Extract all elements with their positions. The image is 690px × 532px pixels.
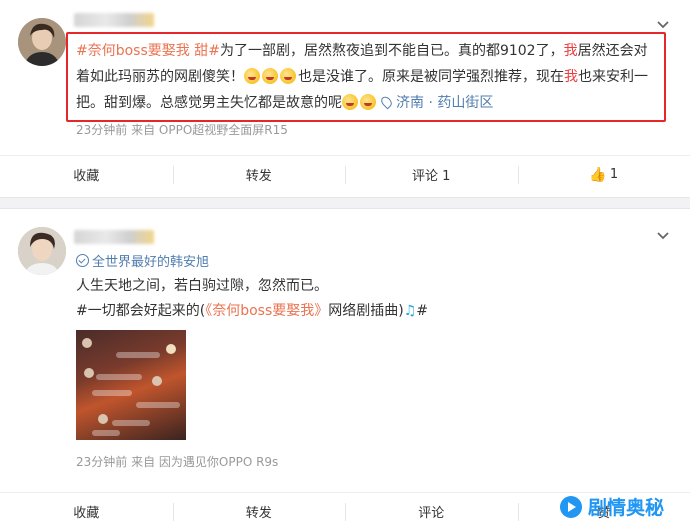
favorite-label: 收藏 <box>73 169 100 184</box>
like-icon: 👍 <box>589 166 607 183</box>
laugh-emoji-icon <box>244 68 260 84</box>
repost-button[interactable]: 转发 <box>172 156 346 193</box>
verified-badge[interactable]: 全世界最好的韩安旭 <box>76 251 209 270</box>
username-redacted[interactable] <box>74 13 154 27</box>
comment-label: 评论 <box>418 506 445 521</box>
post-text-segment: # <box>416 303 429 319</box>
favorite-button[interactable]: 收藏 <box>0 156 173 193</box>
post-card-2: 全世界最好的韩安旭 人生天地之间，若白驹过隙，忽然而已。 #一切都会好起来的(《… <box>0 208 690 532</box>
post-card-1: #奈何boss要娶我 甜#为了一部剧，居然熬夜追到不能自已。真的都9102了，我… <box>0 0 690 198</box>
chat-bubble <box>116 352 160 358</box>
chevron-down-icon[interactable] <box>656 18 670 32</box>
username-redacted[interactable] <box>74 230 154 244</box>
laugh-emoji-icon <box>280 68 296 84</box>
chat-bubble <box>92 390 132 396</box>
flushed-emoji-icon <box>342 94 358 110</box>
chat-bubble <box>112 420 150 426</box>
chat-bubble <box>92 430 120 436</box>
hashtag-link[interactable]: #奈何boss要娶我 甜# <box>76 43 220 59</box>
like-button[interactable]: 👍 1 <box>517 156 690 193</box>
avatar[interactable] <box>18 18 66 66</box>
avatar[interactable] <box>18 227 66 275</box>
chat-avatar <box>166 344 176 354</box>
comment-button[interactable]: 评论 1 <box>345 156 518 193</box>
chat-avatar <box>152 376 162 386</box>
post-text-segment: 网络剧插曲) <box>328 303 404 319</box>
watermark: 剧情奥秘 <box>559 493 664 520</box>
chat-bubble <box>96 374 142 380</box>
watermark-text: 剧情奥秘 <box>587 497 664 519</box>
like-count: 1 <box>609 167 619 182</box>
watermark-play-icon <box>559 495 582 518</box>
flushed-emoji-icon <box>360 94 376 110</box>
repost-button[interactable]: 转发 <box>172 493 346 530</box>
keyword-highlight: 我 <box>564 69 578 85</box>
post-meta: 23分钟前 来自 OPPO超视野全面屏R15 <box>76 123 288 137</box>
location-link[interactable]: 济南 · 药山街区 <box>396 95 493 111</box>
repost-label: 转发 <box>245 506 272 521</box>
laugh-emoji-icon <box>262 68 278 84</box>
keyword-highlight: 我 <box>563 43 578 59</box>
post-text: #奈何boss要娶我 甜#为了一部剧，居然熬夜追到不能自已。真的都9102了，我… <box>76 38 660 116</box>
comment-label: 评论 1 <box>412 169 451 184</box>
chat-bubble <box>136 402 180 408</box>
favorite-button[interactable]: 收藏 <box>0 493 173 530</box>
chevron-down-icon[interactable] <box>656 229 670 243</box>
verified-icon <box>76 254 89 267</box>
repost-label: 转发 <box>245 169 272 184</box>
post-text-line: #一切都会好起来的(《奈何boss要娶我》网络剧插曲)♫# <box>76 300 428 322</box>
chat-avatar <box>84 368 94 378</box>
post-text-line: 人生天地之间，若白驹过隙，忽然而已。 <box>76 278 328 294</box>
post-text-segment: 为了一部剧，居然熬夜追到不能自已。真的都9102了， <box>219 43 564 59</box>
action-bar: 收藏 转发 评论 1 👍 1 <box>0 155 690 193</box>
post-meta: 23分钟前 来自 因为遇见你OPPO R9s <box>76 455 279 469</box>
title-link[interactable]: 《奈何boss要娶我》 <box>205 303 328 319</box>
comment-button[interactable]: 评论 <box>345 493 518 530</box>
chat-avatar <box>98 414 108 424</box>
favorite-label: 收藏 <box>73 506 100 521</box>
location-icon <box>379 94 394 110</box>
badge-label: 全世界最好的韩安旭 <box>92 255 210 270</box>
post-text-segment: 也是没谁了。原来是被同学强烈推荐，现在 <box>298 69 564 85</box>
music-icon: ♫ <box>403 303 417 319</box>
chat-avatar <box>82 338 92 348</box>
post-image-thumbnail[interactable] <box>76 330 186 440</box>
post-text-segment: #一切都会好起来的( <box>76 303 206 319</box>
